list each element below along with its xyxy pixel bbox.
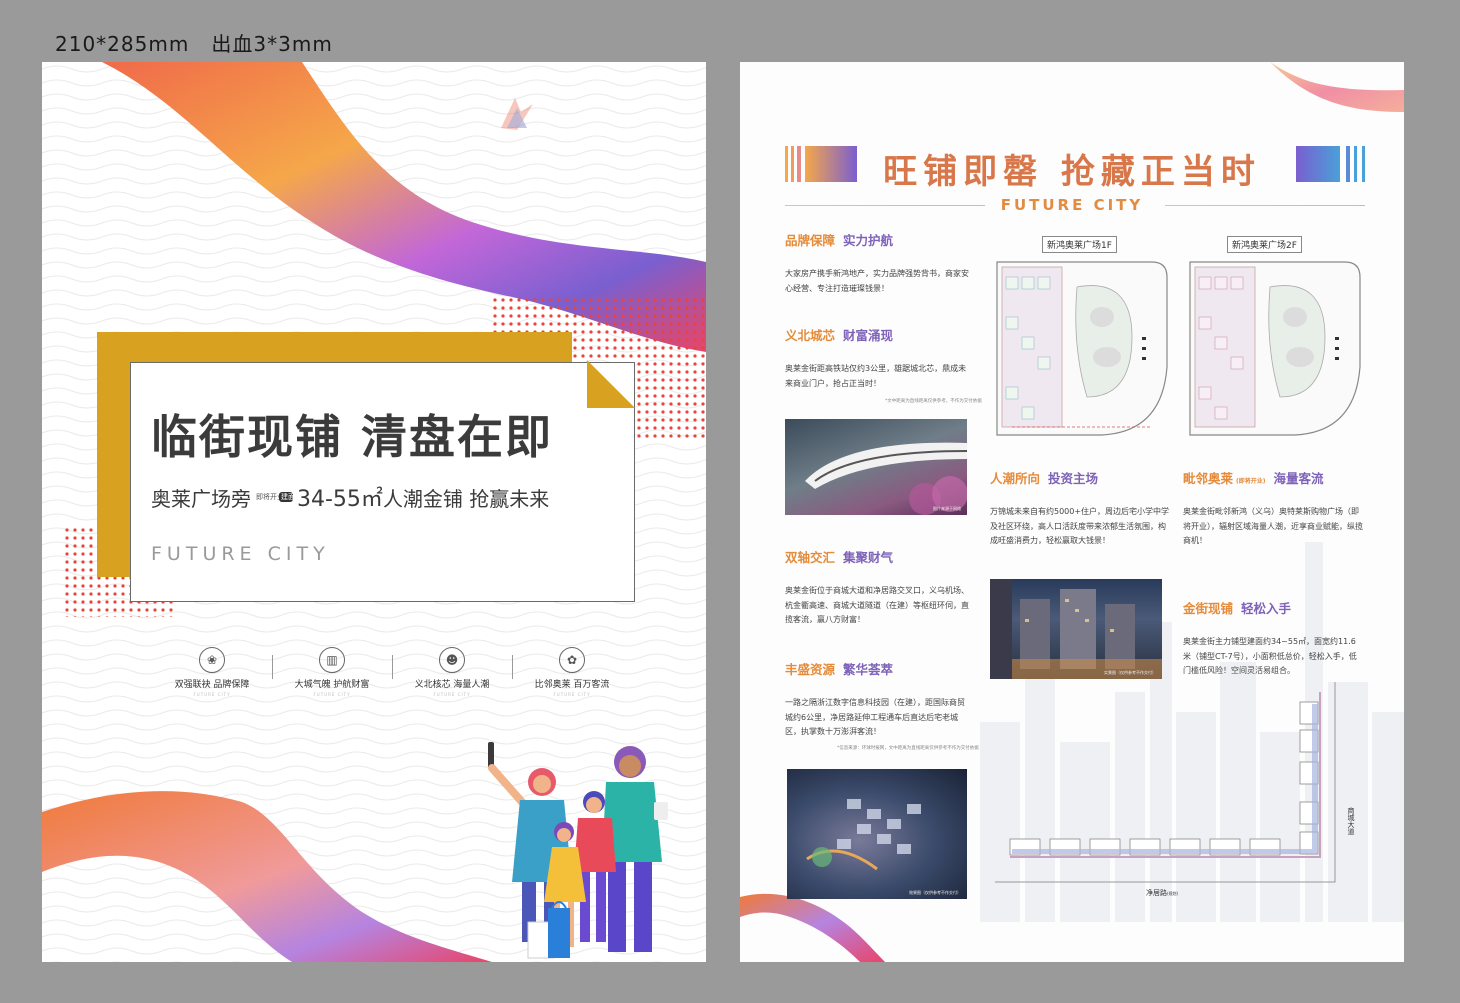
section-heading-b: 投资主场	[1048, 471, 1099, 486]
feature-item: ✿ 比邻奥莱 百万客流 FUTURE CITY	[512, 647, 632, 697]
section-heading-b: 海量客流	[1273, 471, 1324, 486]
train-photo: 图片来源于网络	[785, 419, 967, 515]
feature-en: FUTURE CITY	[313, 692, 351, 697]
flyer-back-page: 旺铺即罄 抢藏正当时 FUTURE CITY 品牌保障 实力护航 大家房产携手新鸿…	[740, 62, 1404, 962]
photo-caption: 效果图（仅供参考不作交付）	[909, 890, 961, 895]
feature-label: 大城气魄 护航财富	[294, 680, 370, 690]
section-heading-small: (即将开业)	[1236, 478, 1266, 485]
feature-label: 双强联袂 品牌保障	[174, 680, 250, 690]
gradient-ribbon-bottom	[42, 791, 492, 962]
feature-en: FUTURE CITY	[193, 692, 231, 697]
section-heading-a: 人潮所向	[990, 471, 1041, 486]
street-shop-plan	[995, 682, 1336, 883]
photo-caption: 图片来源于网络	[933, 506, 961, 511]
title-card: 临街现铺 清盘在即 奥莱广场旁 即将开业 建面约 34-55㎡ 人潮金铺 抢赢未…	[130, 362, 635, 602]
section-heading-b: 轻松入手	[1241, 601, 1292, 616]
feature-en: FUTURE CITY	[553, 692, 591, 697]
section-heading-b: 集聚财气	[843, 550, 894, 565]
section-note: *文中距离为直线距离仅供参考，不作为交付依据	[885, 399, 982, 404]
buildings-graphic	[990, 579, 1162, 679]
section-text: 奥莱金街主力铺型建面约34~55㎡，面宽约11.6米（铺型CT-7号），小面积低…	[1183, 637, 1357, 675]
section-heading: 双轴交汇 集聚财气	[785, 547, 893, 566]
feature-en: FUTURE CITY	[433, 692, 471, 697]
section-heading-a: 品牌保障	[785, 233, 836, 248]
road-label-horizontal: 净居路(规划)	[1146, 888, 1178, 898]
sub-area: 34-55㎡	[297, 487, 383, 512]
section-heading-a: 义北城芯	[785, 328, 836, 343]
section-heading: 金街现铺 轻松入手	[1183, 598, 1291, 617]
feature-item: ❀ 双强联袂 品牌保障 FUTURE CITY	[152, 647, 272, 697]
photo-caption: 实景图（仅供参考不作交付）	[1104, 670, 1156, 675]
road-name: 净居路	[1146, 889, 1167, 897]
train-graphic	[805, 442, 967, 515]
section-heading: 人潮所向 投资主场	[990, 468, 1098, 487]
night-photo: 实景图（仅供参考不作交付）	[990, 579, 1162, 679]
back-title-row: 旺铺即罄 抢藏正当时	[740, 140, 1404, 192]
feature-item: ▥ 大城气魄 护航财富 FUTURE CITY	[272, 647, 392, 697]
plan-name: 新鸿奥莱	[1232, 241, 1269, 251]
section-text: 大家房产携手新鸿地产，实力品牌强势背书，商家安心经营、专注打造璀璨钱景！	[785, 269, 969, 293]
section-heading-a: 双轴交汇	[785, 550, 836, 565]
print-spec: 210*285mm 出血3*3mm	[55, 28, 333, 57]
section-heading-a: 丰盛资源	[785, 662, 836, 677]
plan-label-2f: 新鸿奥莱广场2F	[1227, 236, 1302, 253]
city-icon: ▥	[319, 647, 345, 673]
spec-bleed: 出血3*3mm	[211, 32, 333, 56]
feature-item: ☻ 义北核芯 海量人潮 FUTURE CITY	[392, 647, 512, 697]
section-note: *信息来源：环球时报网，文中距离为直线距离仅供参考不作为交付依据	[837, 746, 979, 751]
aerial-graphic	[806, 799, 921, 871]
section-text: 奥莱金街位于商城大道和净居路交叉口，义乌机场、杭金衢高速、商城大道隧道（在建）等…	[785, 586, 969, 624]
subheadline: 奥莱广场旁 即将开业 建面约 34-55㎡ 人潮金铺 抢赢未来	[151, 481, 549, 513]
future-city-wordmark: FUTURE CITY	[151, 543, 330, 565]
section-text: 一路之隔浙江数字信息科技园（在建），距国际商贸城约6公里，净居路延伸工程通车后直…	[785, 698, 965, 736]
feature-label: 比邻奥莱 百万客流	[534, 680, 610, 690]
lotus-icon: ❀	[199, 647, 225, 673]
section-text: 奥莱金街毗邻新鸿（义乌）奥特莱斯购物广场（即将开业），辐射区域海量人潮，近享商业…	[1183, 507, 1363, 545]
corner-fold	[587, 360, 635, 408]
section-text: 万锦城未来自有约5000+住户，周边后宅小学中学及社区环绕，高人口活跃度带来浓郁…	[990, 507, 1170, 545]
plan-label-1f: 新鸿奥莱广场1F	[1042, 236, 1117, 253]
sub-lead: 奥莱广场旁	[151, 486, 251, 511]
headline: 临街现铺 清盘在即	[151, 410, 554, 464]
section-heading: 义北城芯 财富涌现	[785, 325, 893, 344]
section-heading-a: 金街现铺	[1183, 601, 1234, 616]
logo-mark-icon	[501, 98, 533, 130]
aerial-photo: 效果图（仅供参考不作交付）	[787, 769, 967, 899]
section-heading: 丰盛资源 繁华荟萃	[785, 659, 893, 678]
feature-row: ❀ 双强联袂 品牌保障 FUTURE CITY ▥ 大城气魄 护航财富 FUTU…	[152, 647, 632, 697]
title-bars-right	[1296, 146, 1365, 182]
section-heading: 品牌保障 实力护航	[785, 230, 893, 249]
family-illustration	[488, 742, 668, 959]
floor-plan-1f	[996, 261, 1168, 436]
feature-label: 义北核芯 海量人潮	[414, 680, 490, 690]
section-text: 奥莱金街距高铁站仅约3公里，雄踞城北芯，鼎成未来商业门户，抢占正当时！	[785, 364, 967, 388]
section-heading-b: 实力护航	[843, 233, 894, 248]
section-heading-b: 繁华荟萃	[843, 662, 894, 677]
spec-size: 210*285mm	[55, 32, 190, 56]
crowd-icon: ☻	[439, 647, 465, 673]
section-heading-b: 财富涌现	[843, 328, 894, 343]
section-heading-a: 毗邻奥莱	[1183, 471, 1234, 486]
flyer-front-page: 临街现铺 清盘在即 奥莱广场旁 即将开业 建面约 34-55㎡ 人潮金铺 抢赢未…	[42, 62, 706, 962]
road-label-vertical: 商城大道	[1347, 807, 1355, 835]
sub-tiny: 即将开业	[256, 493, 284, 501]
road-note: (规划)	[1167, 891, 1179, 896]
floor-plan-2f	[1189, 261, 1361, 436]
sub-tail: 人潮金铺 抢赢未来	[382, 486, 550, 511]
sub-tag: 建面约	[279, 492, 302, 502]
plan-name: 新鸿奥莱	[1047, 241, 1084, 251]
flower-icon: ✿	[559, 647, 585, 673]
subtitle-rule-right	[1165, 205, 1365, 206]
project-logo	[497, 90, 697, 150]
plan-floor: 广场1F	[1083, 241, 1112, 251]
plan-floor: 广场2F	[1268, 241, 1297, 251]
section-heading: 毗邻奥莱 (即将开业) 海量客流	[1183, 468, 1324, 487]
